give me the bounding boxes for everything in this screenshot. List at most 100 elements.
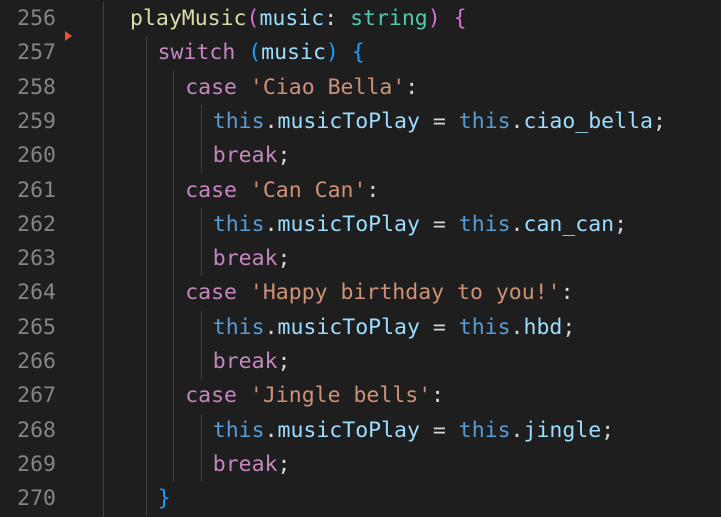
code-token: ; — [562, 314, 576, 340]
code-token: this — [212, 211, 265, 237]
code-token: this — [458, 211, 511, 237]
code-line[interactable]: 265 this.musicToPlay = this.hbd; — [0, 311, 721, 345]
code-content: break; — [213, 345, 291, 379]
code-token: : — [324, 6, 351, 31]
code-content: case 'Can Can': — [185, 174, 379, 208]
code-token: . — [264, 314, 278, 340]
line-number: 267 — [17, 383, 56, 409]
code-token: 'Can Can' — [249, 177, 367, 203]
code-content: playMusic(music: string) { — [130, 2, 467, 36]
code-token: break — [212, 143, 278, 169]
code-token: : — [366, 177, 380, 203]
code-line[interactable]: 261 case 'Can Can': — [0, 174, 721, 208]
code-token: case — [185, 177, 237, 203]
code-token: break — [212, 246, 278, 272]
code-token: ; — [277, 143, 291, 169]
code-line[interactable]: 262 this.musicToPlay = this.can_can; — [0, 208, 721, 242]
code-line[interactable]: 257 switch (music) { — [0, 36, 721, 70]
code-token: : — [560, 280, 574, 306]
code-token: = — [419, 211, 459, 237]
code-token: = — [419, 417, 459, 443]
code-content: this.musicToPlay = this.can_can; — [213, 208, 627, 242]
code-token: music — [261, 40, 326, 66]
line-number: 259 — [17, 108, 56, 134]
code-token: . — [264, 211, 278, 237]
line-number: 264 — [17, 280, 56, 306]
code-token: { — [351, 40, 365, 66]
code-line[interactable]: 263 break; — [0, 242, 721, 276]
line-number: 262 — [17, 211, 56, 237]
code-content: } — [158, 482, 171, 516]
code-token: 'Ciao Bella' — [249, 74, 406, 100]
code-line[interactable]: 260 break; — [0, 139, 721, 173]
code-token: ; — [277, 349, 291, 374]
code-token: break — [212, 349, 278, 374]
code-token: hbd — [523, 314, 563, 340]
code-content: case 'Jingle bells': — [185, 379, 444, 413]
line-number: 269 — [17, 451, 56, 477]
code-line[interactable]: 264 case 'Happy birthday to you!': — [0, 276, 721, 310]
line-number: 258 — [17, 74, 56, 100]
code-token: case — [185, 383, 237, 409]
code-line[interactable]: 256 playMusic(music: string) { — [0, 2, 721, 36]
code-token: this — [212, 108, 265, 134]
line-number: 270 — [17, 486, 56, 512]
code-token: . — [264, 417, 278, 443]
code-token: string — [350, 6, 428, 31]
code-token: switch — [157, 40, 236, 66]
code-token: 'Happy birthday to you!' — [249, 280, 561, 306]
code-line[interactable]: 267 case 'Jingle bells': — [0, 379, 721, 413]
code-token: this — [458, 417, 511, 443]
code-token: ( — [246, 6, 260, 31]
code-line[interactable]: 268 this.musicToPlay = this.jingle; — [0, 414, 721, 448]
code-content: case 'Ciao Bella': — [185, 71, 418, 105]
line-number: 256 — [17, 6, 56, 31]
code-token: . — [510, 108, 524, 134]
code-token: this — [458, 108, 511, 134]
code-line[interactable]: 269 break; — [0, 448, 721, 482]
code-token: . — [510, 211, 524, 237]
code-line[interactable]: 270} — [0, 482, 721, 516]
code-token: this — [212, 314, 265, 340]
code-token: = — [419, 314, 459, 340]
code-content: this.musicToPlay = this.ciao_bella; — [213, 105, 666, 139]
code-token: . — [510, 314, 524, 340]
code-content: break; — [213, 139, 291, 173]
line-number: 265 — [17, 314, 56, 340]
code-content: break; — [213, 242, 291, 276]
code-content: switch (music) { — [158, 36, 365, 70]
code-token: musicToPlay — [277, 108, 420, 134]
code-editor[interactable]: 256 playMusic(music: string) {257 switch (… — [0, 0, 721, 517]
code-token: ) — [325, 40, 339, 66]
code-content: this.musicToPlay = this.jingle; — [213, 414, 614, 448]
code-token: : — [431, 383, 445, 409]
code-token: this — [212, 417, 265, 443]
code-line[interactable]: 258 case 'Ciao Bella': — [0, 71, 721, 105]
line-number: 263 — [17, 246, 56, 272]
code-token: . — [510, 417, 524, 443]
code-token: ( — [248, 40, 262, 66]
code-line[interactable]: 259 this.musicToPlay = this.ciao_bella; — [0, 105, 721, 139]
code-token: ; — [652, 108, 666, 134]
line-number: 268 — [17, 417, 56, 443]
code-content: this.musicToPlay = this.hbd; — [213, 311, 576, 345]
code-token: ; — [277, 246, 291, 272]
code-token: jingle — [523, 417, 602, 443]
code-token: musicToPlay — [277, 211, 420, 237]
code-token: } — [157, 486, 171, 512]
code-token: ) — [427, 6, 441, 31]
code-token: this — [458, 314, 511, 340]
code-token: . — [264, 108, 278, 134]
line-number: 260 — [17, 143, 56, 169]
line-number: 261 — [17, 177, 56, 203]
code-token: musicToPlay — [277, 314, 420, 340]
code-token: break — [212, 451, 278, 477]
code-line[interactable]: 266 break; — [0, 345, 721, 379]
code-token: musicToPlay — [277, 417, 420, 443]
